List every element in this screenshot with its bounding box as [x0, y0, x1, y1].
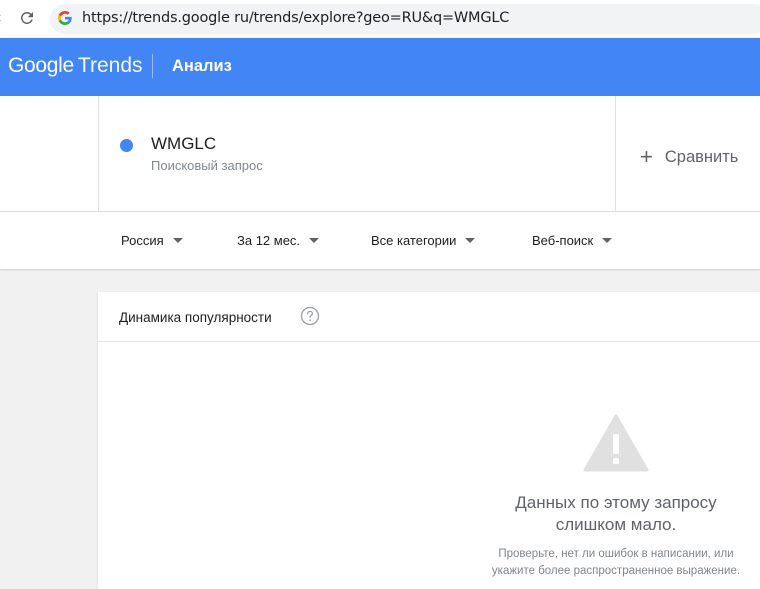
caret-down-icon — [465, 238, 476, 243]
caret-down-icon — [602, 238, 613, 243]
search-terms-panel: WMGLC Поисковый запрос + Сравнить — [0, 96, 760, 212]
caret-down-icon — [309, 238, 320, 243]
back-arrow-icon[interactable]: ‹ — [0, 10, 8, 26]
search-term-card[interactable]: WMGLC Поисковый запрос — [98, 96, 616, 212]
hint-line1: Проверьте, нет ли ошибок в написании, ил… — [498, 548, 734, 560]
region-dropdown[interactable]: Россия — [121, 233, 183, 248]
category-label: Все категории — [371, 233, 457, 248]
empty-state-hint: Проверьте, нет ли ошибок в написании, ил… — [398, 546, 760, 580]
term-color-dot — [120, 139, 133, 152]
page-title: Анализ — [172, 57, 232, 75]
header-divider — [152, 54, 153, 78]
app-header: Google Trends Анализ — [0, 38, 760, 96]
logo-google-text: Google — [8, 54, 74, 77]
compare-button[interactable]: + Сравнить — [640, 144, 738, 170]
empty-message-line2: слишком мало. — [555, 515, 677, 534]
empty-message-line1: Данных по этому запросу — [515, 493, 717, 512]
plus-icon: + — [640, 144, 653, 169]
category-dropdown[interactable]: Все категории — [371, 233, 476, 248]
search-type-label: Веб-поиск — [532, 233, 594, 248]
hint-line2: укажите более распространенное выражение… — [491, 565, 741, 577]
url-text[interactable]: https://trends.google ru/trends/explore?… — [82, 10, 509, 26]
caret-down-icon — [172, 238, 183, 243]
empty-state-message: Данных по этому запросу слишком мало. — [398, 492, 760, 536]
region-label: Россия — [121, 233, 164, 248]
compare-label: Сравнить — [664, 148, 739, 166]
period-dropdown[interactable]: За 12 мес. — [237, 233, 320, 248]
google-favicon-icon — [58, 11, 72, 25]
reload-icon[interactable] — [18, 9, 36, 27]
card-title: Динамика популярности — [119, 310, 272, 325]
search-term-name[interactable]: WMGLC — [151, 134, 216, 154]
period-label: За 12 мес. — [237, 233, 301, 248]
logo-trends-text: Trends — [77, 54, 143, 77]
search-type-dropdown[interactable]: Веб-поиск — [532, 233, 613, 248]
card-header: Динамика популярности — [98, 292, 760, 342]
filters-bar: Россия За 12 мес. Все категории Веб-поис… — [0, 212, 760, 270]
warning-icon — [583, 414, 649, 472]
google-trends-logo[interactable]: Google Trends — [8, 54, 143, 78]
browser-toolbar: ‹ https://trends.google ru/trends/explor… — [0, 0, 760, 38]
interest-over-time-card: Динамика популярности Данных по этому за… — [98, 292, 760, 589]
search-term-type: Поисковый запрос — [151, 158, 263, 173]
help-icon[interactable] — [300, 306, 320, 326]
